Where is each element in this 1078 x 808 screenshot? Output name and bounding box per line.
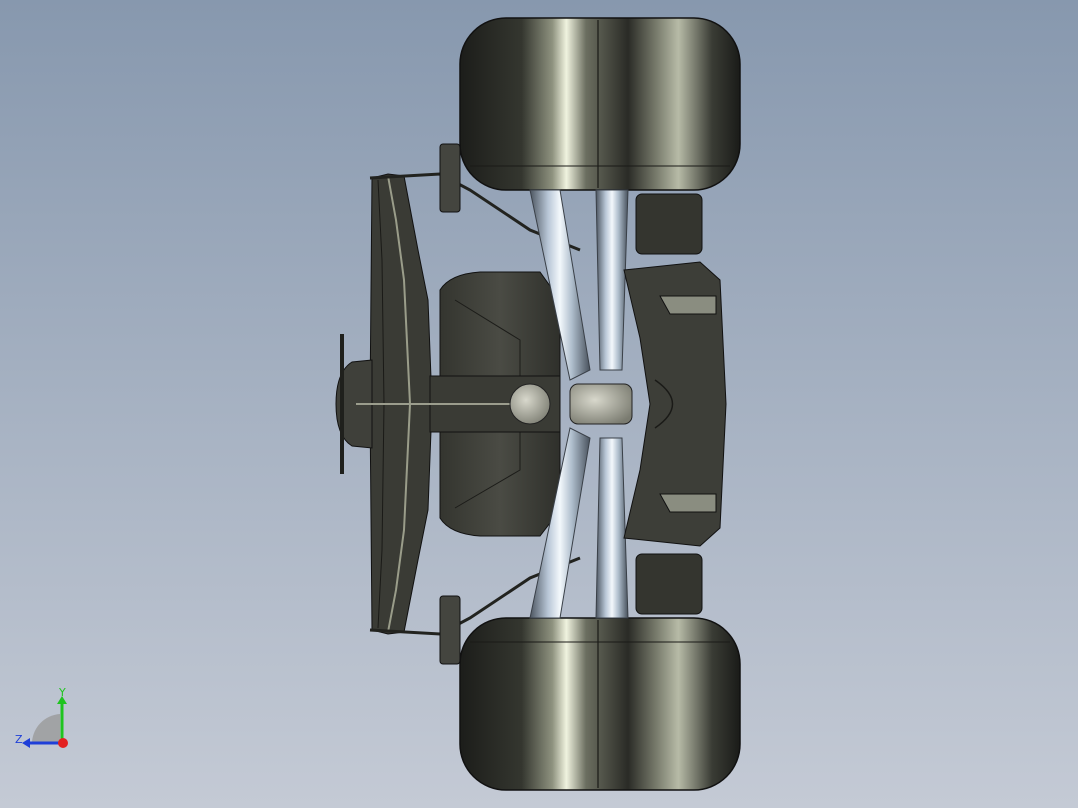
y-axis-label: Y xyxy=(58,686,66,699)
suspension-wishbone-lower-bottom xyxy=(595,437,629,619)
tire-rear-left[interactable] xyxy=(459,17,741,191)
triad-arc xyxy=(32,714,60,742)
z-axis-label: Z xyxy=(15,733,23,746)
suspension-wishbone-lower-top xyxy=(595,189,629,371)
wing-plate-top xyxy=(439,143,461,213)
differential-housing[interactable] xyxy=(569,383,633,425)
diffuser-fin-bottom xyxy=(659,493,717,513)
center-hub[interactable] xyxy=(509,383,551,425)
race-car-model[interactable] xyxy=(0,0,1078,808)
cad-viewport[interactable]: Y Z xyxy=(0,0,1078,808)
upright-bottom xyxy=(635,553,703,615)
upright-top xyxy=(635,193,703,255)
z-axis-arrowhead xyxy=(22,738,30,748)
wing-plate-bottom xyxy=(439,595,461,665)
diffuser-fin-top xyxy=(659,295,717,315)
view-orientation-triad[interactable]: Y Z xyxy=(10,686,80,756)
x-axis-dot xyxy=(58,738,68,748)
tire-rear-right[interactable] xyxy=(459,617,741,791)
